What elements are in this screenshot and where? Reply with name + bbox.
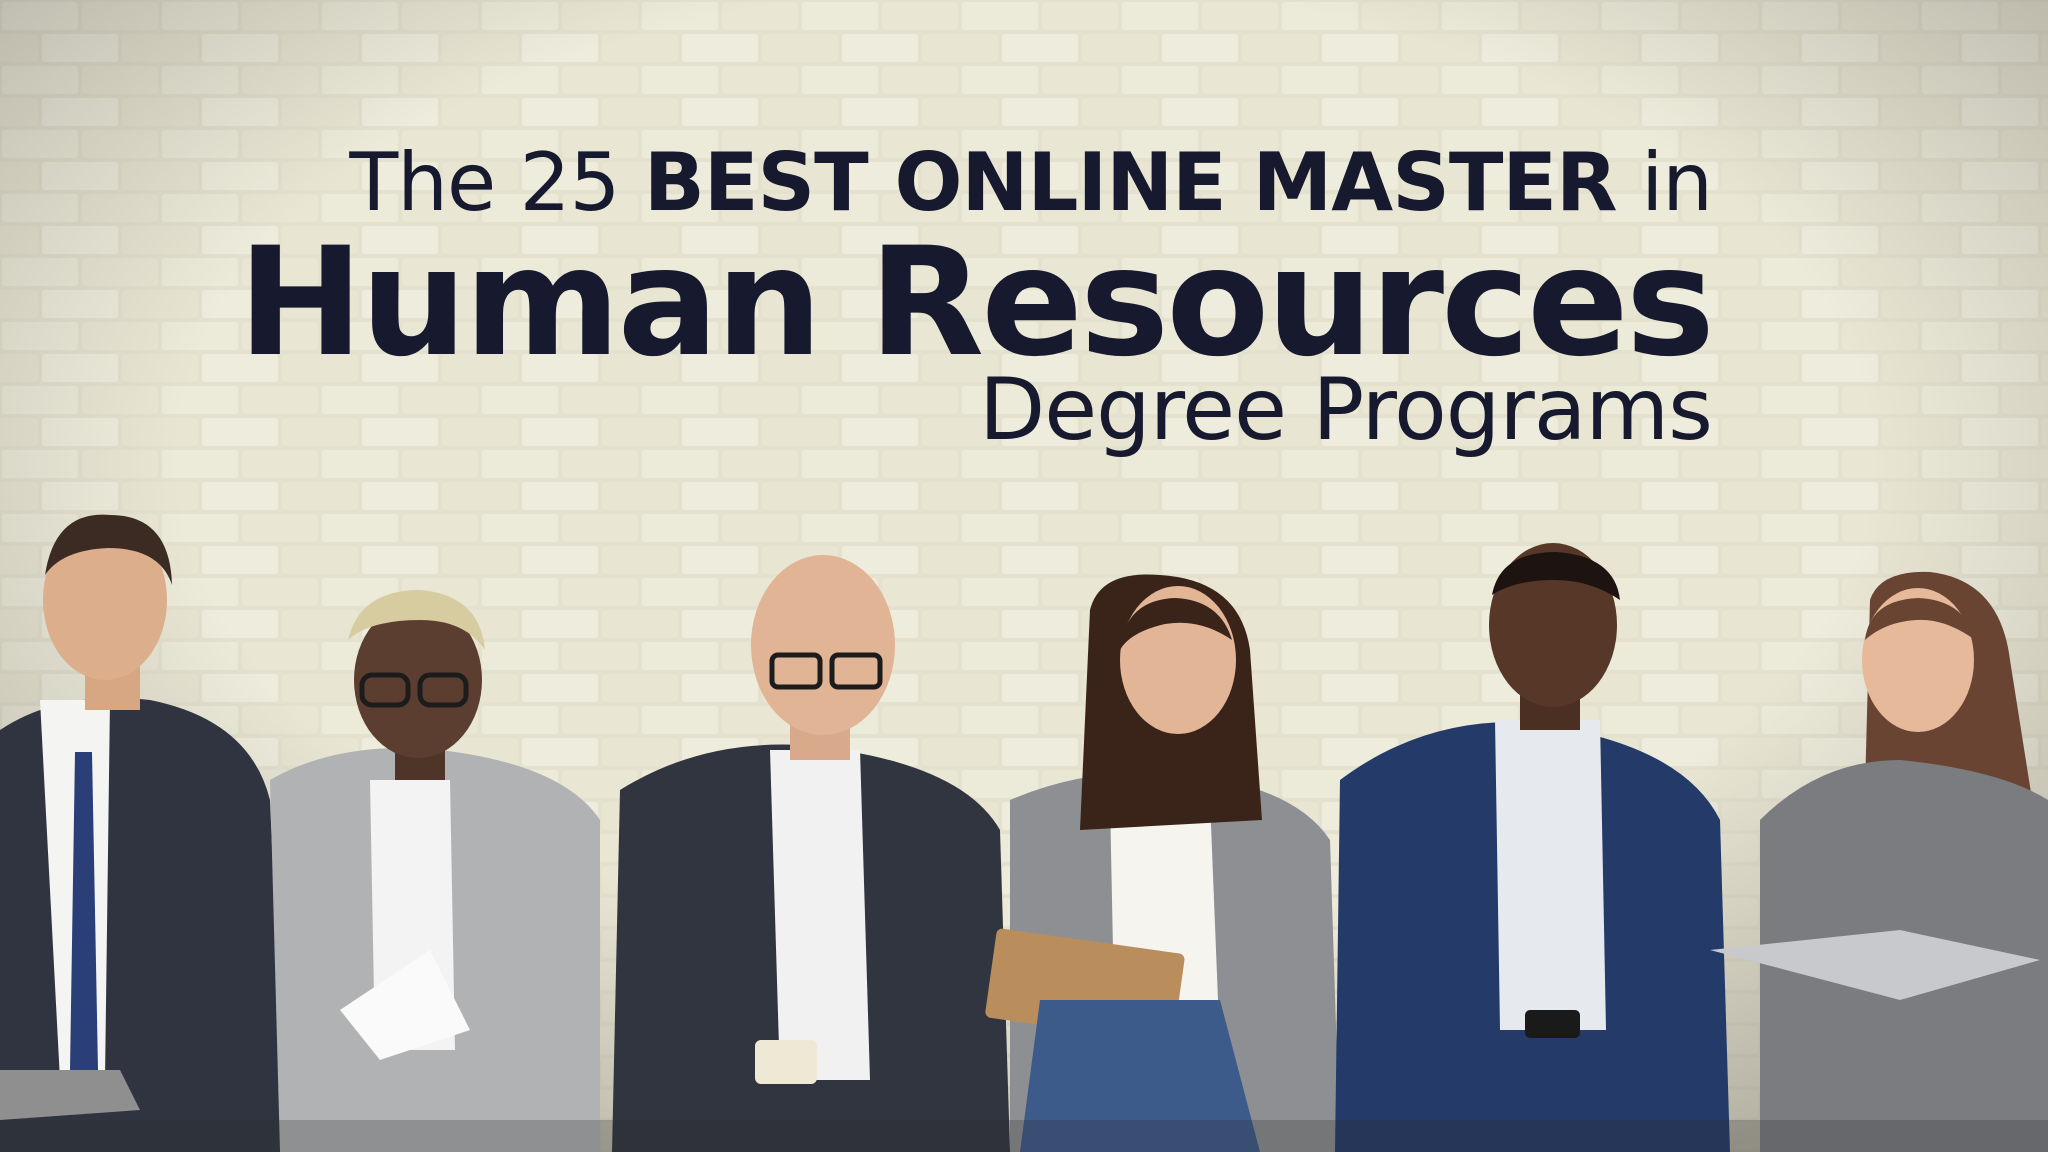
hero-banner: The 25 BEST ONLINE MASTER in Human Resou… bbox=[0, 0, 2048, 1152]
headline-line-3: Degree Programs bbox=[978, 360, 1713, 460]
headline-line-2: Human Resources bbox=[237, 216, 1715, 390]
headline: The 25 BEST ONLINE MASTER in Human Resou… bbox=[0, 0, 2048, 470]
headline-line-1: The 25 BEST ONLINE MASTER in bbox=[349, 138, 1713, 228]
